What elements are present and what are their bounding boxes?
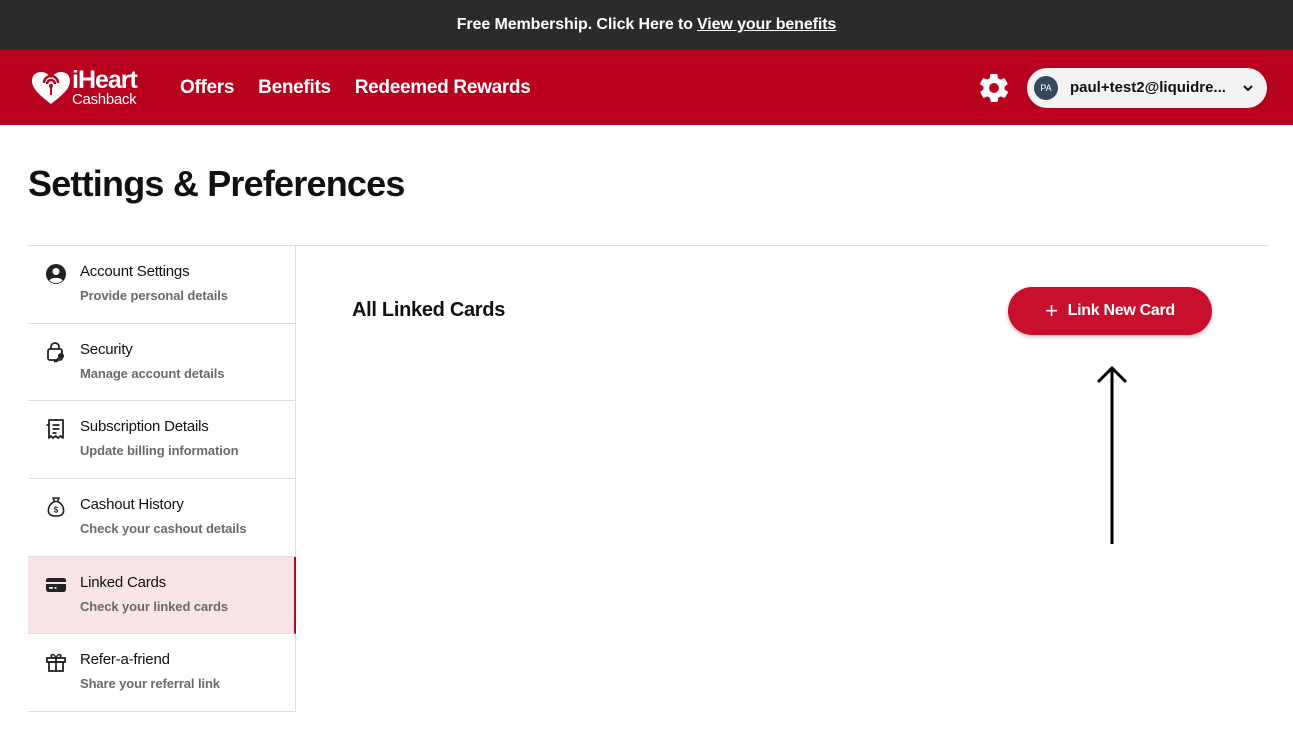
gift-icon [46, 654, 66, 673]
nav-offers[interactable]: Offers [180, 77, 234, 99]
svg-text:$: $ [54, 506, 59, 515]
user-email: paul+test2@liquidre... [1070, 79, 1226, 96]
settings-sidebar: Account Settings Provide personal detail… [28, 246, 296, 713]
promo-text: Free Membership. Click Here to [456, 16, 693, 33]
view-benefits-link[interactable]: View your benefits [697, 16, 836, 34]
sidebar-item-refer-a-friend[interactable]: Refer-a-friend Share your referral link [28, 634, 295, 713]
sidebar-item-cashout-history[interactable]: $ Cashout History Check your cashout det… [28, 479, 295, 557]
sidebar-item-desc: Check your linked cards [80, 598, 228, 614]
nav-redeemed-rewards[interactable]: Redeemed Rewards [355, 77, 531, 99]
linked-cards-title: All Linked Cards [352, 299, 506, 321]
page-title: Settings & Preferences [28, 163, 405, 204]
logo-sub: Cashback [72, 91, 137, 108]
credit-card-icon [46, 577, 66, 592]
arrow-up-icon [1096, 365, 1128, 544]
sidebar-item-subscription-details[interactable]: Subscription Details Update billing info… [28, 401, 295, 480]
sidebar-item-label: Security [80, 340, 133, 358]
avatar: PA [1034, 75, 1058, 100]
sidebar-item-desc: Update billing information [80, 443, 239, 459]
settings-content: Account Settings Provide personal detail… [28, 245, 1268, 725]
sidebar-item-desc: Check your cashout details [80, 521, 247, 537]
sidebar-item-security[interactable]: Security Manage account details [28, 324, 295, 402]
receipt-icon [46, 419, 64, 440]
chevron-down-icon [1243, 84, 1253, 91]
link-new-card-button[interactable]: + Link New Card [1008, 287, 1212, 335]
user-menu[interactable]: PA paul+test2@liquidre... [1027, 67, 1267, 108]
sidebar-item-desc: Provide personal details [80, 288, 228, 303]
sidebar-item-desc: Share your referral link [80, 676, 220, 692]
sidebar-item-account-settings[interactable]: Account Settings Provide personal detail… [28, 246, 295, 324]
sidebar-item-desc: Manage account details [80, 365, 225, 381]
lock-key-icon [47, 341, 64, 363]
logo-brand: iHeart [72, 66, 138, 94]
sidebar-item-label: Account Settings [80, 263, 190, 280]
promo-bar: Free Membership. Click Here to View your… [0, 0, 1293, 50]
nav-right: PA paul+test2@liquidre... [977, 67, 1267, 108]
sidebar-item-label: Refer-a-friend [80, 651, 170, 669]
sidebar-item-label: Linked Cards [80, 573, 166, 591]
user-circle-icon [46, 264, 66, 284]
money-bag-icon: $ [47, 497, 65, 517]
iheart-logo-icon [32, 71, 70, 104]
nav-benefits[interactable]: Benefits [258, 77, 331, 99]
gear-icon[interactable] [977, 71, 1011, 105]
sidebar-item-linked-cards[interactable]: Linked Cards Check your linked cards [28, 556, 296, 635]
sidebar-item-label: Cashout History [80, 496, 184, 514]
sidebar-item-label: Subscription Details [80, 418, 209, 436]
link-new-card-label: Link New Card [1067, 302, 1176, 319]
top-nav: iHeart Cashback Offers Benefits Redeemed… [0, 50, 1293, 125]
plus-icon: + [1045, 298, 1058, 323]
logo[interactable]: iHeart Cashback [28, 68, 150, 108]
nav-links: Offers Benefits Redeemed Rewards [180, 77, 531, 99]
